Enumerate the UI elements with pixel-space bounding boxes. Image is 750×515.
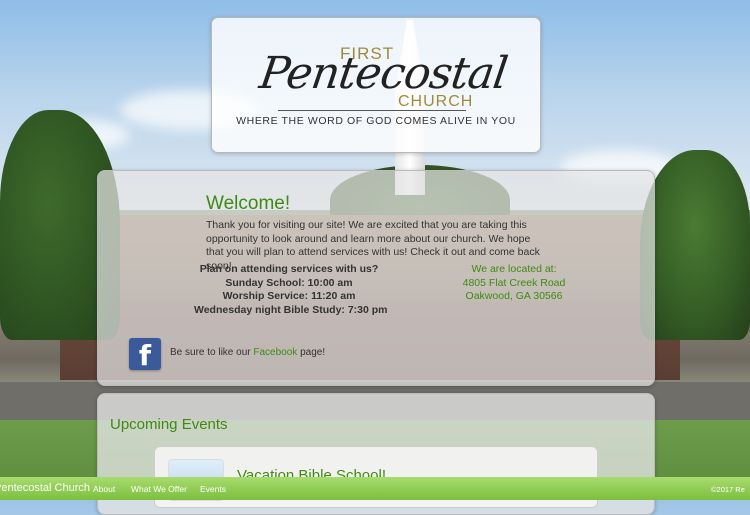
- footer-bar: Pentecostal Church About What We Offer E…: [0, 477, 750, 500]
- facebook-suffix: page!: [297, 347, 326, 358]
- footer-link-events[interactable]: Events: [200, 484, 226, 494]
- service-line: Wednesday night Bible Study: 7:30 pm: [194, 303, 388, 316]
- logo-panel[interactable]: FIRST Pentecostal CHURCH WHERE THE WORD …: [211, 17, 541, 153]
- location-street: 4805 Flat Creek Road: [462, 276, 566, 289]
- service-line: Sunday School: 10:00 am: [225, 276, 353, 289]
- events-heading: Upcoming Events: [110, 416, 228, 433]
- welcome-panel: Welcome! Thank you for visiting our site…: [97, 170, 655, 386]
- facebook-prefix: Be sure to like our: [170, 347, 254, 358]
- location-city: Oakwood, GA 30566: [465, 290, 563, 302]
- copyright-text: ©2017 Re: [711, 485, 745, 494]
- footer-site-name[interactable]: Pentecostal Church: [0, 482, 90, 494]
- logo-divider: [278, 110, 466, 111]
- logo-main-text: Pentecostal: [256, 48, 511, 99]
- footer-link-about[interactable]: About: [93, 484, 115, 494]
- logo-church-text: CHURCH: [398, 93, 474, 110]
- welcome-heading: Welcome!: [206, 193, 291, 214]
- facebook-callout: Be sure to like our Facebook page!: [170, 347, 325, 358]
- services-heading: Plan on attending services with us?: [199, 263, 379, 275]
- facebook-icon[interactable]: f: [129, 338, 161, 372]
- location-block: We are located at: 4805 Flat Creek Road …: [444, 263, 584, 304]
- service-line: Worship Service: 11:20 am: [222, 290, 356, 302]
- location-heading: We are located at:: [471, 263, 557, 275]
- facebook-link[interactable]: Facebook: [253, 347, 297, 358]
- footer-link-what-we-offer[interactable]: What We Offer: [131, 484, 187, 494]
- logo-tagline: WHERE THE WORD OF GOD COMES ALIVE IN YOU: [236, 115, 516, 127]
- service-times: Plan on attending services with us? Sund…: [194, 263, 388, 317]
